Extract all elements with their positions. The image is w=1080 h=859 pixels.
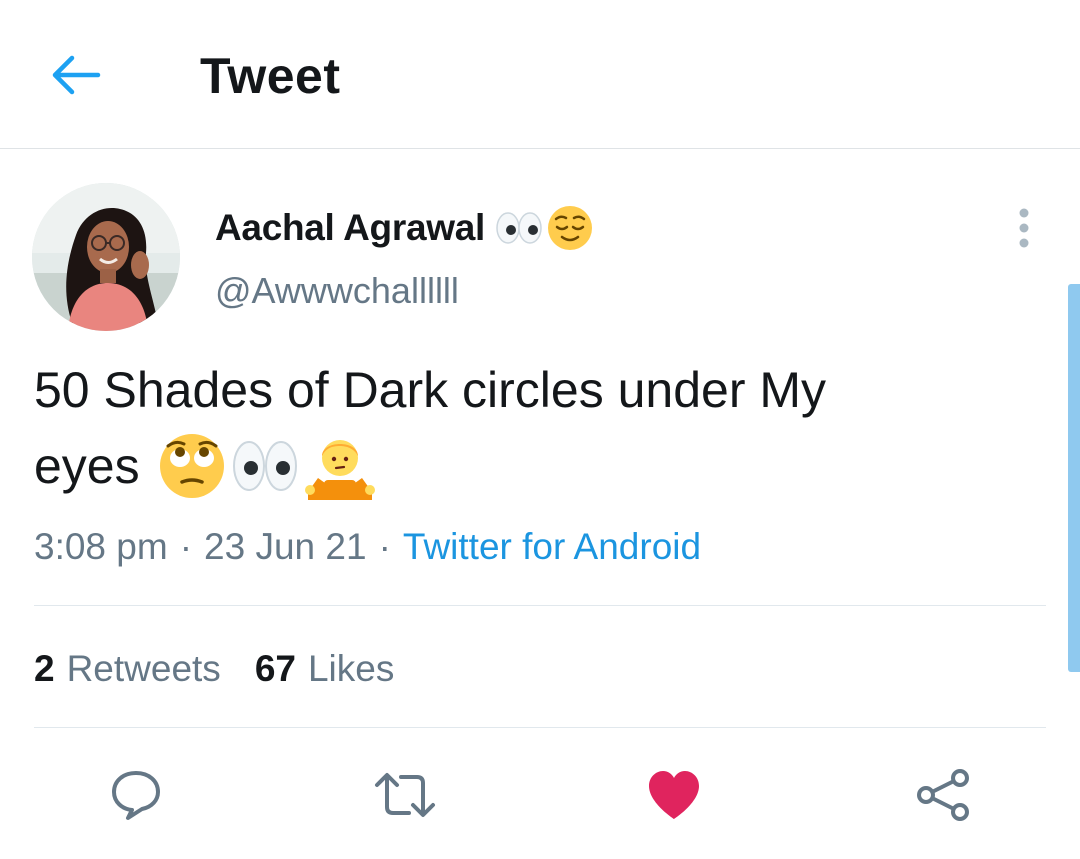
likes-label: Likes xyxy=(307,648,395,689)
tweet-action-bar xyxy=(0,740,1080,850)
retweets-label: Retweets xyxy=(66,648,221,689)
tweet-text-word: eyes xyxy=(34,438,140,494)
tweet-detail-screen: Tweet Aachal Agrawal @Awwwchallllll 50 S… xyxy=(0,0,1080,859)
author-handle[interactable]: @Awwwchallllll xyxy=(215,270,459,312)
meta-separator: · xyxy=(179,526,193,567)
more-vertical-icon xyxy=(1019,208,1029,248)
meta-separator: · xyxy=(378,526,391,567)
likes-stat[interactable]: 67 Likes xyxy=(255,648,395,690)
scroll-indicator xyxy=(1068,284,1080,672)
more-options-button[interactable] xyxy=(1000,200,1048,256)
tweet-text-line-1: 50 Shades of Dark circles under My xyxy=(34,362,827,418)
tweet-text-line-2: eyes xyxy=(34,428,1034,504)
eyes-emoji xyxy=(496,212,542,244)
like-button[interactable] xyxy=(639,760,709,830)
author-display-name[interactable]: Aachal Agrawal xyxy=(215,207,485,249)
tweet-emoji-group xyxy=(158,432,376,500)
retweet-icon xyxy=(375,773,435,817)
divider xyxy=(34,727,1046,728)
likes-count: 67 xyxy=(254,648,296,689)
avatar[interactable] xyxy=(32,183,180,331)
reply-icon xyxy=(112,771,160,820)
arrow-left-icon xyxy=(52,55,101,95)
divider xyxy=(34,605,1046,606)
tweet-meta: 3:08 pm · 23 Jun 21 · Twitter for Androi… xyxy=(34,522,701,572)
tweet-stats: 2 Retweets 67 Likes xyxy=(34,644,394,694)
tweet-date: 23 Jun 21 xyxy=(204,526,367,567)
reply-button[interactable] xyxy=(101,760,171,830)
person-shrugging-emoji xyxy=(304,440,375,500)
retweets-stat[interactable]: 2 Retweets xyxy=(34,648,221,690)
tweet-time: 3:08 pm xyxy=(34,526,168,567)
author-name-row: Aachal Agrawal xyxy=(215,200,593,256)
face-with-rolling-eyes-emoji xyxy=(159,434,224,498)
share-button[interactable] xyxy=(908,760,978,830)
tweet-text: 50 Shades of Dark circles under My eyes xyxy=(34,352,1034,504)
display-name-emoji xyxy=(495,205,593,251)
relieved-face-emoji xyxy=(547,206,592,250)
top-app-bar: Tweet xyxy=(0,0,1080,149)
share-icon xyxy=(917,769,969,821)
retweet-button[interactable] xyxy=(370,760,440,830)
eyes-emoji xyxy=(232,441,297,491)
heart-icon xyxy=(649,771,699,819)
avatar-photo xyxy=(32,183,180,331)
page-title: Tweet xyxy=(200,48,341,104)
tweet-source-link[interactable]: Twitter for Android xyxy=(403,526,701,568)
back-button[interactable] xyxy=(42,45,110,105)
retweets-count: 2 xyxy=(34,648,55,689)
